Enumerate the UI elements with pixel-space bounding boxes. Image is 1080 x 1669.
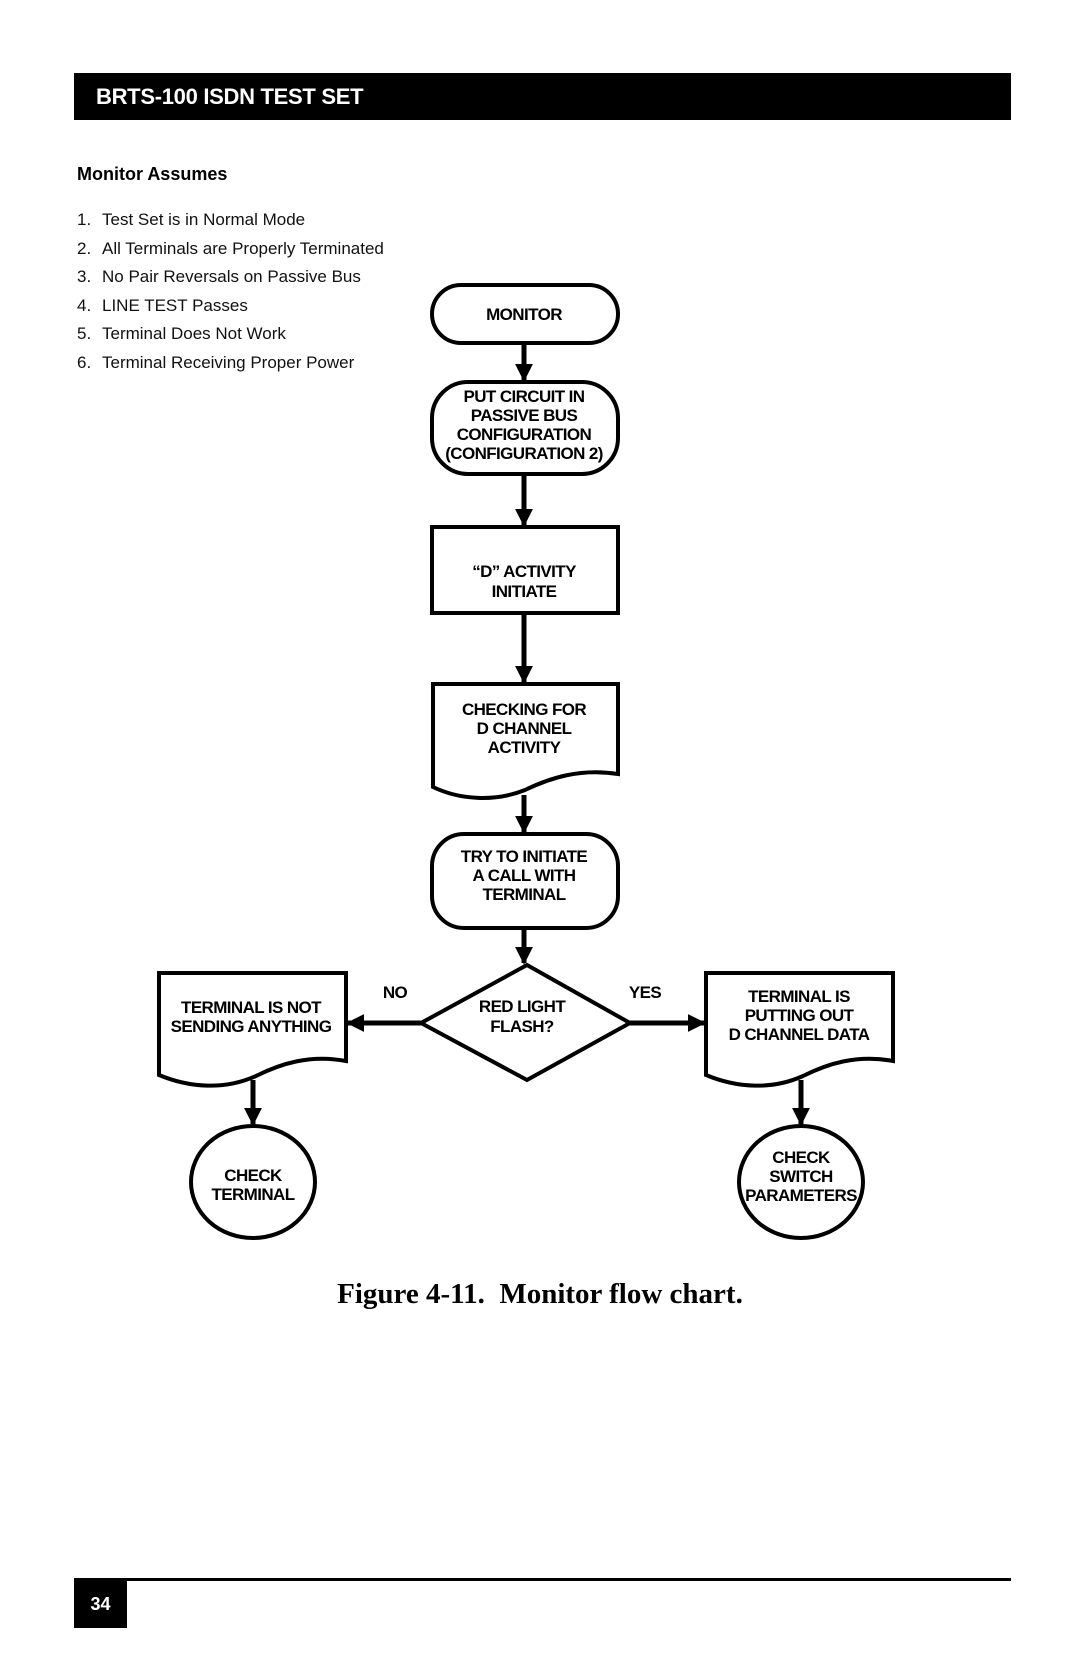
label-d-activity-2: INITIATE xyxy=(492,582,557,601)
label-check-terminal-1: CHECK xyxy=(224,1166,283,1185)
label-putting-out-2: PUTTING OUT xyxy=(745,1006,855,1025)
label-monitor: MONITOR xyxy=(486,305,562,324)
label-try-call-2: A CALL WITH xyxy=(473,866,576,885)
label-passive-bus-4: (CONFIGURATION 2) xyxy=(445,444,603,463)
label-check-switch-3: PARAMETERS xyxy=(745,1186,857,1205)
label-try-call-1: TRY TO INITIATE xyxy=(461,847,588,866)
label-check-switch-2: SWITCH xyxy=(769,1167,833,1186)
label-passive-bus-3: CONFIGURATION xyxy=(457,425,592,444)
label-yes: YES xyxy=(629,983,661,1002)
flowchart: MONITOR PUT CIRCUIT IN PASSIVE BUS CONFI… xyxy=(157,283,895,1240)
footer-rule xyxy=(74,1578,1011,1581)
label-not-sending-2: SENDING ANYTHING xyxy=(171,1017,332,1036)
label-d-activity-1: “D” ACTIVITY xyxy=(472,562,577,581)
label-passive-bus-1: PUT CIRCUIT IN xyxy=(464,387,585,406)
label-checking-1: CHECKING FOR xyxy=(462,700,586,719)
label-red-light-2: FLASH? xyxy=(490,1017,554,1036)
label-passive-bus-2: PASSIVE BUS xyxy=(471,406,578,425)
label-not-sending-1: TERMINAL IS NOT xyxy=(181,998,322,1017)
figure-caption: Figure 4-11. Monitor flow chart. xyxy=(337,1278,743,1310)
label-checking-3: ACTIVITY xyxy=(488,738,562,757)
page-number: 34 xyxy=(74,1580,127,1628)
label-check-switch-1: CHECK xyxy=(772,1148,831,1167)
label-putting-out-1: TERMINAL IS xyxy=(748,987,850,1006)
label-check-terminal-2: TERMINAL xyxy=(211,1185,294,1204)
label-putting-out-3: D CHANNEL DATA xyxy=(729,1025,870,1044)
label-checking-2: D CHANNEL xyxy=(477,719,572,738)
label-try-call-3: TERMINAL xyxy=(482,885,565,904)
label-no: NO xyxy=(383,983,408,1002)
label-red-light-1: RED LIGHT xyxy=(479,997,566,1016)
